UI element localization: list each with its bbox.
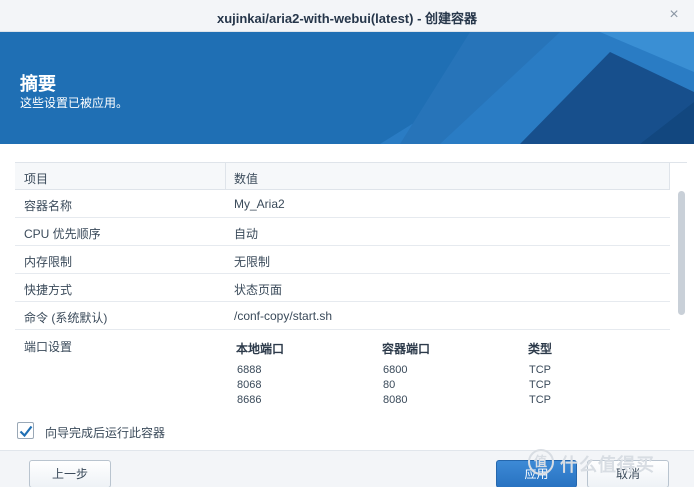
table-header: 项目 数值 <box>15 163 670 190</box>
port-container: 80 <box>383 379 396 391</box>
checkbox-box[interactable] <box>17 422 34 439</box>
table-row: 快捷方式 状态页面 <box>15 274 670 302</box>
port-local: 6888 <box>237 364 262 376</box>
table-row: 命令 (系统默认) /conf-copy/start.sh <box>15 302 670 330</box>
port-local: 8068 <box>237 379 262 391</box>
table-row: 内存限制 无限制 <box>15 246 670 274</box>
port-local: 8686 <box>237 394 262 406</box>
checkbox-label: 向导完成后运行此容器 <box>45 426 166 440</box>
summary-table: 项目 数值 容器名称 My_Aria2 CPU 优先顺序 自动 内存限制 无限制… <box>15 162 687 420</box>
port-type: TCP <box>529 394 551 406</box>
table-scrollbar[interactable] <box>678 191 685 315</box>
port-container: 6800 <box>383 364 408 376</box>
port-container: 8080 <box>383 394 408 406</box>
watermark: 值 什么值得买 <box>528 447 688 477</box>
summary-heading: 摘要 <box>20 74 56 94</box>
row-key: 容器名称 <box>24 199 73 213</box>
window-title: xujinkai/aria2-with-webui(latest) - 创建容器 <box>216 11 478 26</box>
watermark-logo-icon: 值 <box>528 449 554 475</box>
checkmark-icon <box>19 425 33 438</box>
row-key: CPU 优先顺序 <box>24 227 101 241</box>
table-row: CPU 优先顺序 自动 <box>15 218 670 246</box>
column-divider <box>225 163 226 190</box>
back-button[interactable]: 上一步 <box>29 460 111 487</box>
table-row: 容器名称 My_Aria2 <box>15 190 670 218</box>
row-value: My_Aria2 <box>234 197 285 211</box>
summary-banner: 摘要 这些设置已被应用。 <box>0 32 694 144</box>
ports-header-container: 容器端口 <box>382 342 431 356</box>
column-header-item: 项目 <box>24 172 49 186</box>
ports-row: 端口设置 本地端口 容器端口 类型 6888 6800 TCP 8068 80 … <box>15 330 670 420</box>
ports-header-local: 本地端口 <box>236 342 285 356</box>
row-key: 端口设置 <box>24 340 73 354</box>
row-key: 命令 (系统默认) <box>24 311 108 325</box>
window-titlebar: xujinkai/aria2-with-webui(latest) - 创建容器… <box>0 0 694 32</box>
port-type: TCP <box>529 364 551 376</box>
column-header-value: 数值 <box>234 172 259 186</box>
close-icon[interactable]: × <box>666 7 682 23</box>
watermark-text: 什么值得买 <box>560 455 655 475</box>
row-value: /conf-copy/start.sh <box>234 309 333 323</box>
ports-header-type: 类型 <box>528 342 553 356</box>
row-value: 状态页面 <box>234 283 283 297</box>
banner-background <box>0 32 694 144</box>
row-key: 快捷方式 <box>24 283 73 297</box>
port-type: TCP <box>529 379 551 391</box>
row-value: 自动 <box>234 227 259 241</box>
column-divider <box>669 163 670 190</box>
row-value: 无限制 <box>234 255 271 269</box>
summary-subheading: 这些设置已被应用。 <box>20 96 129 110</box>
row-key: 内存限制 <box>24 255 73 269</box>
